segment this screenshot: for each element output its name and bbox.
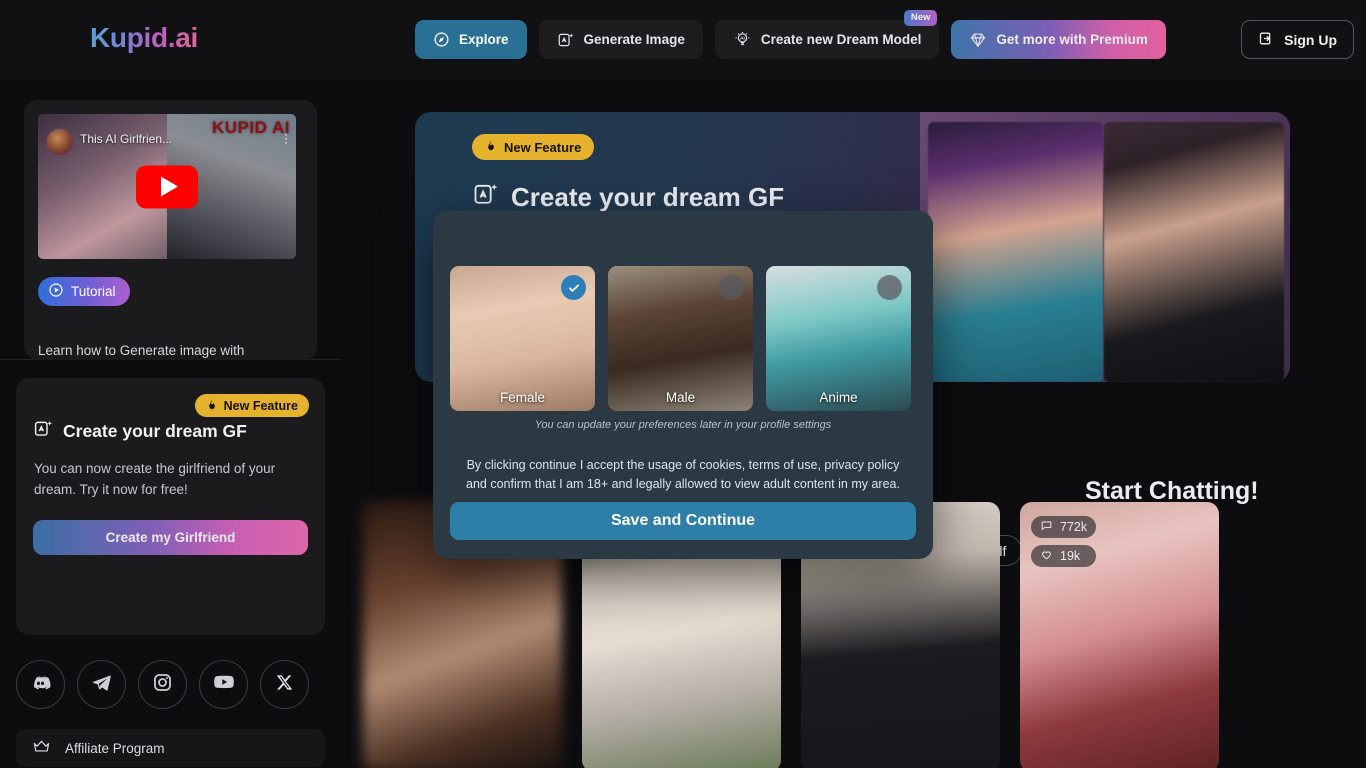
new-feature-badge-label: New Feature — [223, 398, 298, 413]
gallery-card-stats: 772k 19k — [1031, 516, 1097, 567]
modal-preferences-note: You can update your preferences later in… — [534, 419, 832, 431]
gender-options: Female Male Anime — [450, 266, 911, 411]
video-title: This AI Girlfrien... — [80, 132, 173, 146]
svg-text:AI: AI — [740, 36, 745, 42]
hero-character-anime — [928, 122, 1103, 382]
hero-new-feature-badge: New Feature — [472, 134, 595, 160]
x-twitter-icon — [275, 673, 294, 697]
nav-get-premium[interactable]: Get more with Premium — [951, 20, 1166, 59]
gender-option-anime[interactable]: Anime — [766, 266, 911, 411]
gallery-like-count-label: 19k — [1060, 549, 1081, 563]
gender-option-female[interactable]: Female — [450, 266, 595, 411]
hero-title: Create your dream GF — [472, 180, 784, 215]
youtube-icon — [213, 671, 235, 698]
social-link-telegram[interactable] — [77, 660, 126, 709]
new-badge: New — [903, 10, 938, 26]
gender-option-male-radio[interactable] — [719, 275, 744, 300]
gender-preference-modal: Female Male Anime You can update your pr… — [433, 211, 933, 559]
kupid-ai-page: Kupid.ai Explore Generate Image AI Creat… — [0, 0, 1366, 768]
promo-title: Create your dream GF — [33, 418, 247, 444]
play-circle-icon — [48, 282, 64, 301]
video-brand-overlay: KUPID AI — [212, 118, 290, 137]
social-link-youtube[interactable] — [199, 660, 248, 709]
gender-option-anime-radio[interactable] — [877, 275, 902, 300]
flame-icon — [206, 398, 218, 414]
discord-icon — [30, 672, 51, 698]
youtube-embed[interactable]: KUPID AI This AI Girlfrien... · · · — [38, 114, 296, 259]
main-nav: Explore Generate Image AI Create new Dre… — [415, 10, 1166, 59]
promo-description: You can now create the girlfriend of you… — [34, 461, 276, 497]
hero-badge-label: New Feature — [504, 139, 582, 155]
nav-get-premium-label: Get more with Premium — [996, 32, 1148, 47]
nav-explore-label: Explore — [459, 32, 509, 47]
signup-label: Sign Up — [1284, 31, 1337, 48]
nav-create-dream-model-label: Create new Dream Model — [760, 32, 922, 47]
nav-generate-image[interactable]: Generate Image — [538, 20, 703, 59]
nav-explore[interactable]: Explore — [415, 20, 527, 59]
image-sparkle-icon — [557, 31, 575, 49]
nav-generate-image-label: Generate Image — [583, 32, 685, 47]
sidebar-link-affiliate-program[interactable]: Affiliate Program — [16, 729, 325, 767]
hero-character-realistic — [1104, 122, 1284, 382]
gallery-card[interactable]: 772k 19k — [1020, 502, 1219, 768]
social-link-instagram[interactable] — [138, 660, 187, 709]
gender-option-male[interactable]: Male — [608, 266, 753, 411]
hero-artwork — [920, 112, 1290, 382]
signup-button[interactable]: Sign Up — [1241, 20, 1354, 59]
video-menu-icon[interactable]: · · · — [284, 128, 288, 148]
top-header: Kupid.ai Explore Generate Image AI Creat… — [0, 0, 1366, 79]
youtube-play-icon[interactable] — [136, 165, 198, 208]
heart-icon — [1040, 548, 1053, 564]
gallery-chat-count: 772k — [1031, 516, 1097, 538]
chat-icon — [1040, 519, 1053, 535]
diamond-icon — [969, 31, 987, 49]
instagram-icon — [152, 672, 173, 698]
social-links-row — [16, 660, 309, 709]
social-link-x[interactable] — [260, 660, 309, 709]
social-link-discord[interactable] — [16, 660, 65, 709]
video-description: Learn how to Generate image with — [38, 343, 245, 358]
gender-option-female-label: Female — [499, 390, 545, 405]
nav-create-dream-model[interactable]: AI Create new Dream Model New — [714, 10, 940, 59]
lightbulb-ai-icon: AI — [733, 30, 752, 49]
telegram-icon — [91, 672, 112, 698]
compass-icon — [433, 31, 450, 48]
create-gf-promo-card: New Feature Create your dream GF You can… — [16, 378, 325, 635]
affiliate-program-label: Affiliate Program — [65, 740, 165, 756]
save-and-continue-button[interactable]: Save and Continue — [450, 502, 916, 540]
image-sparkle-icon — [472, 180, 500, 215]
gallery-chat-count-label: 772k — [1060, 520, 1088, 534]
gallery-like-count: 19k — [1031, 545, 1097, 567]
modal-legal-text: By clicking continue I accept the usage … — [466, 458, 900, 491]
gender-option-anime-label: Anime — [819, 390, 858, 405]
hero-title-label: Create your dream GF — [511, 182, 785, 212]
flame-icon — [485, 139, 497, 155]
channel-avatar — [46, 128, 74, 156]
tutorial-video-card[interactable]: KUPID AI This AI Girlfrien... · · · Tutori… — [24, 100, 317, 360]
image-sparkle-icon — [33, 418, 54, 444]
crown-icon — [32, 737, 51, 759]
left-sidebar: KUPID AI This AI Girlfrien... · · · Tutori… — [0, 79, 341, 768]
gender-option-male-label: Male — [665, 390, 696, 405]
new-feature-badge: New Feature — [194, 394, 309, 417]
tutorial-label: Tutorial — [71, 284, 116, 299]
login-arrow-icon — [1258, 30, 1275, 50]
promo-title-label: Create your dream GF — [63, 420, 247, 441]
gender-option-female-radio[interactable] — [561, 275, 586, 300]
create-my-girlfriend-button[interactable]: Create my Girlfriend — [33, 520, 308, 555]
tutorial-badge[interactable]: Tutorial — [38, 277, 130, 306]
site-logo[interactable]: Kupid.ai — [90, 22, 198, 54]
